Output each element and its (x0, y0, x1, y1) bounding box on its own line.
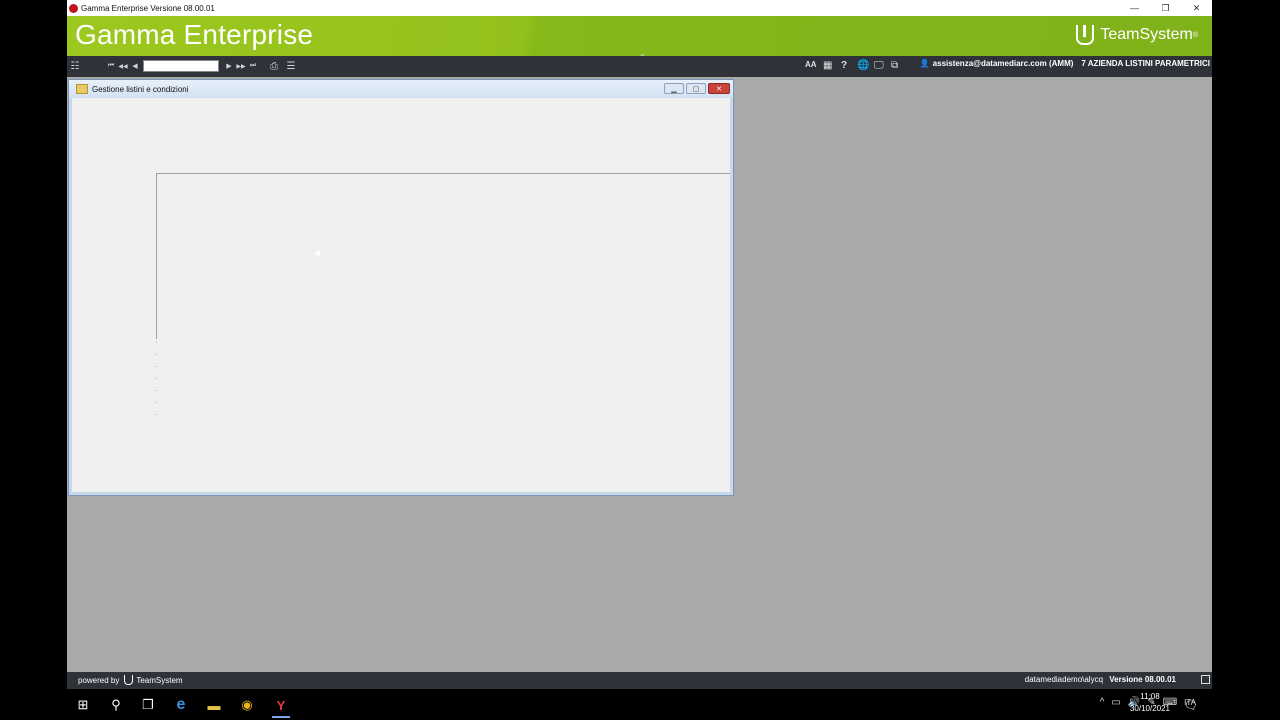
windows-icon[interactable]: ⧉ (891, 60, 898, 71)
inner-minimize-button[interactable]: ▁ (664, 83, 684, 94)
inner-maximize-button[interactable]: ▢ (686, 83, 706, 94)
task-view-icon[interactable]: ❐ (139, 696, 157, 714)
prev-record-icon[interactable]: ◀ (129, 60, 141, 72)
clock-date: 30/10/2021 (1129, 704, 1171, 713)
brand-name: TeamSystem (1100, 26, 1193, 43)
search-icon[interactable]: ⚲ (107, 696, 125, 714)
teamsystem-mark-icon (1076, 25, 1095, 45)
inner-window-title: Gestione listini e condizioni (92, 84, 189, 94)
product-banner: Gamma Enterprise TeamSystem ® (67, 16, 1212, 56)
window-title: Gamma Enterprise Versione 08.00.01 (81, 3, 215, 13)
notification-icon[interactable]: 🗨 (1182, 696, 1200, 714)
gestione-listini-window: Gestione listini e condizioni ▁ ▢ ✕ (68, 79, 734, 496)
font-size-icon[interactable]: AA (805, 60, 817, 69)
gamma-app-icon (69, 3, 78, 13)
windows-start-icon[interactable]: ⊞ (74, 696, 92, 714)
user-info: 👤 assistenza@datamediarc.com (AMM) 7 AZI… (920, 59, 1210, 68)
monitor-icon[interactable]: 🖵 (874, 60, 884, 71)
powered-by: powered by TeamSystem (78, 675, 183, 685)
next-page-icon[interactable]: ▶▶ (235, 60, 247, 72)
tray-chevron-icon[interactable]: ^ (1100, 697, 1105, 708)
collapse-chevron-icon[interactable]: ⌃ (639, 53, 646, 62)
first-record-icon[interactable]: ⏮ (105, 60, 117, 72)
clock-time: 11:08 (1140, 692, 1160, 701)
help-icon[interactable]: ? (841, 60, 847, 71)
globe-icon[interactable]: 🌐 (857, 60, 869, 71)
content-panel-top-border (156, 173, 730, 174)
company-name[interactable]: 7 AZIENDA LISTINI PARAMETRICI (1081, 59, 1210, 68)
file-explorer-icon[interactable]: ▬ (205, 696, 223, 714)
grid-icon[interactable]: ▦ (823, 60, 832, 71)
user-email[interactable]: assistenza@datamediarc.com (AMM) (933, 59, 1074, 68)
restore-button[interactable]: ❐ (1150, 0, 1181, 16)
edge-icon[interactable]: e (172, 696, 190, 714)
windows-taskbar: ⊞ ⚲ ❐ e ▬ ◉ Y ^ ▭ 🔊 ✎ ⌨ ITA 11:08 30/10/… (0, 689, 1280, 720)
next-record-icon[interactable]: ▶ (223, 60, 235, 72)
powered-by-label: powered by (78, 675, 120, 685)
prev-page-icon[interactable]: ◀◀ (117, 60, 129, 72)
inner-window-controls: ▁ ▢ ✕ (664, 83, 730, 94)
list-icon[interactable]: ☰ (285, 60, 297, 72)
status-bar: powered by TeamSystem datamediademo\alyc… (67, 672, 1212, 689)
record-input[interactable] (143, 60, 219, 72)
db-info: datamediademo\alycq (1024, 675, 1104, 684)
teamsystem-logo: TeamSystem ® (1076, 25, 1198, 45)
mouse-cursor-icon (313, 249, 324, 259)
product-name: Gamma Enterprise (75, 19, 314, 50)
clock[interactable]: 11:08 30/10/2021 (1124, 691, 1176, 715)
gamma-icon[interactable]: Y (272, 694, 290, 718)
main-toolbar: ☷ ⏮ ◀◀ ◀ ▶ ▶▶ ⏭ ⎙ ☰ ⌃ AA ▦ ? 🌐 🖵 ⧉ 👤 ass… (67, 53, 1212, 77)
last-record-icon[interactable]: ⏭ (247, 60, 259, 72)
registered-mark: ® (1192, 31, 1198, 39)
print-icon[interactable]: ⎙ (268, 60, 280, 72)
folder-icon (76, 84, 88, 94)
title-bar: Gamma Enterprise Versione 08.00.01 — ❐ ✕ (67, 0, 1212, 16)
menu-icon[interactable]: ☷ (69, 60, 81, 72)
status-panel-toggle-icon[interactable] (1201, 675, 1210, 684)
inner-title-bar[interactable]: Gestione listini e condizioni ▁ ▢ ✕ (69, 80, 733, 98)
inner-close-button[interactable]: ✕ (708, 83, 730, 94)
content-panel-left-border (156, 173, 157, 339)
application-window: Gamma Enterprise Versione 08.00.01 — ❐ ✕… (67, 0, 1212, 689)
window-controls: — ❐ ✕ (1119, 0, 1212, 16)
minimize-button[interactable]: — (1119, 0, 1150, 16)
teamsystem-small-mark-icon (124, 675, 134, 685)
status-version: Versione 08.00.01 (1109, 675, 1176, 684)
close-button[interactable]: ✕ (1181, 0, 1212, 16)
network-icon[interactable]: ▭ (1111, 697, 1120, 708)
powered-by-brand: TeamSystem (136, 675, 183, 685)
content-panel-dotted-border (156, 342, 157, 422)
chrome-icon[interactable]: ◉ (238, 696, 256, 714)
status-info: datamediademo\alycq Versione 08.00.01 (1025, 675, 1176, 684)
user-icon: 👤 (919, 59, 930, 68)
